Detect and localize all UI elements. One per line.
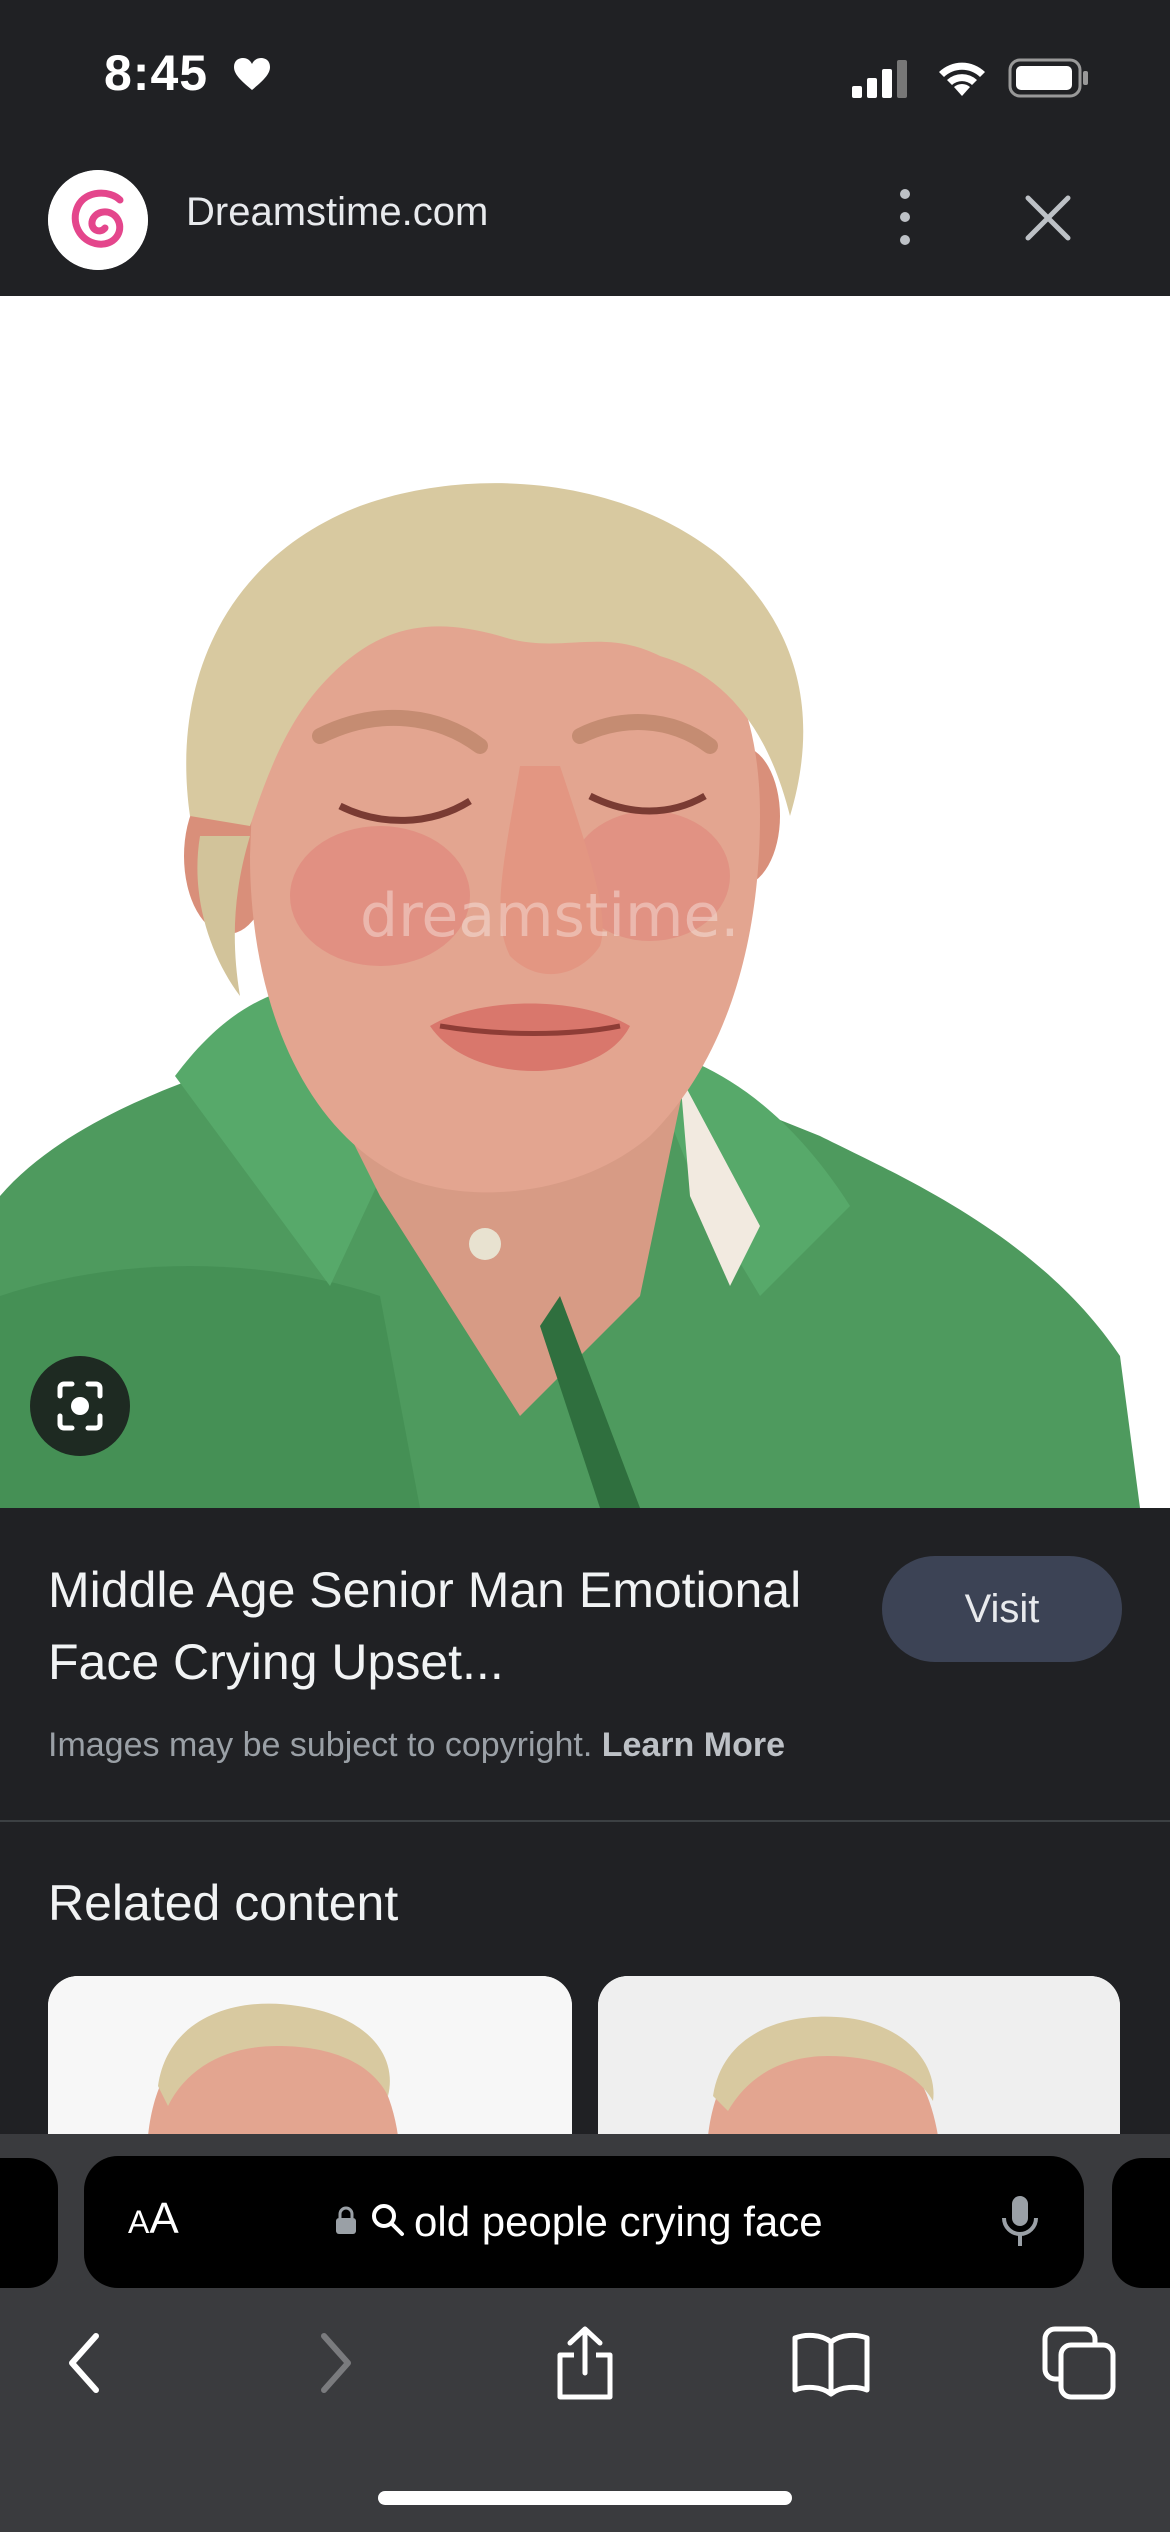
close-icon[interactable] <box>1020 190 1076 246</box>
status-time: 8:45 <box>104 45 209 101</box>
visit-button[interactable]: Visit <box>882 1556 1122 1662</box>
site-name[interactable]: Dreamstime.com <box>186 190 488 235</box>
google-lens-icon <box>57 1381 103 1431</box>
result-title[interactable]: Middle Age Senior Man Emotional Face Cry… <box>48 1554 848 1698</box>
dreamstime-logo-icon[interactable] <box>48 170 148 270</box>
result-image[interactable]: dreamstime. <box>0 296 1170 1508</box>
bookmarks-button[interactable] <box>786 2318 876 2408</box>
browser-bottom-bar: AA old people crying face <box>0 2134 1170 2532</box>
signal-icon <box>852 60 907 98</box>
svg-text:dreamstime.: dreamstime. <box>360 881 739 951</box>
tabs-button[interactable] <box>1034 2318 1124 2408</box>
related-thumbnail[interactable] <box>48 1976 572 2136</box>
related-content-heading: Related content <box>48 1875 399 1931</box>
search-query[interactable]: old people crying face <box>414 2198 823 2246</box>
search-icon <box>372 2204 404 2236</box>
share-button[interactable] <box>540 2318 630 2408</box>
share-icon <box>557 2326 613 2400</box>
microphone-icon[interactable] <box>1000 2192 1040 2252</box>
battery-icon <box>1008 58 1088 98</box>
address-bar[interactable]: AA old people crying face <box>84 2156 1084 2288</box>
forward-icon <box>321 2333 351 2393</box>
bookmarks-icon <box>792 2332 870 2397</box>
back-icon <box>69 2333 99 2393</box>
google-lens-button[interactable] <box>30 1356 130 1456</box>
heart-icon <box>234 58 270 90</box>
more-options-icon[interactable] <box>880 182 930 252</box>
previous-tab-preview[interactable] <box>0 2158 58 2288</box>
wifi-icon <box>939 62 985 96</box>
section-divider <box>0 1820 1170 1822</box>
related-thumbnail-image <box>48 1976 572 2136</box>
related-thumbnail[interactable] <box>598 1976 1120 2136</box>
reader-options-button[interactable]: AA <box>128 2194 179 2244</box>
lock-icon <box>336 2206 356 2234</box>
learn-more-link[interactable]: Learn More <box>602 1726 785 1764</box>
copyright-notice: Images may be subject to copyright. Lear… <box>48 1726 785 1765</box>
result-info: Middle Age Senior Man Emotional Face Cry… <box>0 1508 1170 1820</box>
source-header: Dreamstime.com <box>0 150 1170 296</box>
status-bar: 8:45 <box>0 0 1170 150</box>
related-thumbnail-image <box>598 1976 1120 2136</box>
forward-button[interactable] <box>290 2318 380 2408</box>
next-tab-preview[interactable] <box>1112 2158 1170 2288</box>
tabs-icon <box>1042 2326 1116 2400</box>
crying-man-photo: dreamstime. <box>0 296 1170 1508</box>
back-button[interactable] <box>40 2318 130 2408</box>
copyright-text: Images may be subject to copyright. <box>48 1726 593 1764</box>
home-indicator[interactable] <box>378 2491 792 2505</box>
